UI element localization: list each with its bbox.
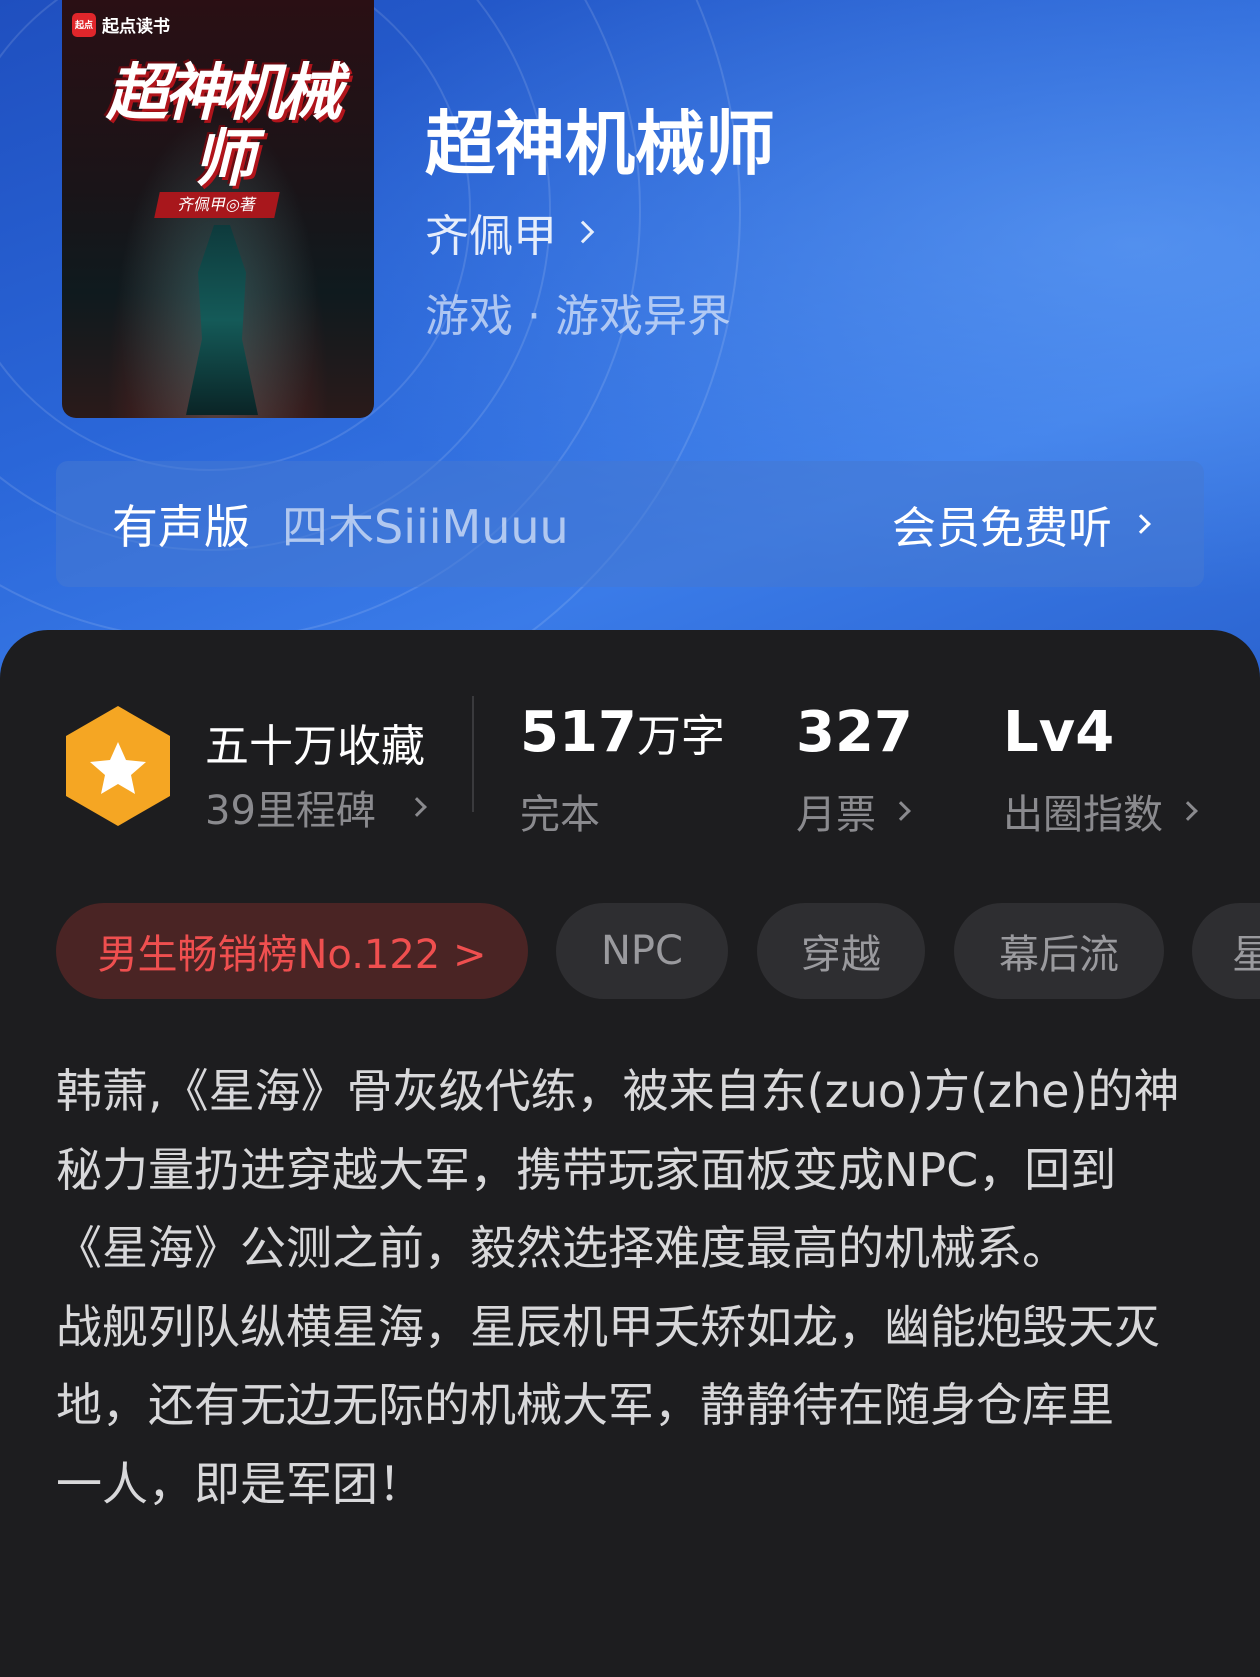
monthly-votes-link[interactable]: 月票: [796, 782, 911, 840]
word-count: 517万字: [520, 700, 725, 765]
tag-bestseller-rank[interactable]: 男生畅销榜No.122 >: [56, 903, 528, 999]
cover-tower-art: [186, 225, 258, 415]
qidian-logo-icon: 起点: [72, 12, 96, 37]
book-header: 起点 起点读书 超神机械师 齐佩甲◎著 超神机械师 齐佩甲 游戏 · 游戏异界: [0, 0, 1260, 700]
description-paragraph: 一人，即是军团！: [56, 1456, 424, 1511]
chevron-right-icon: [891, 801, 911, 821]
cover-brand: 起点 起点读书: [72, 12, 170, 37]
member-free-listen-button[interactable]: 会员免费听: [892, 492, 1151, 556]
author-link[interactable]: 齐佩甲: [425, 200, 595, 264]
member-free-listen-label: 会员免费听: [892, 503, 1112, 554]
chevron-right-icon: [407, 797, 427, 817]
popularity-index-link[interactable]: 出圈指数: [1003, 782, 1198, 840]
audiobook-narrator: 四木SiiiMuuu: [282, 500, 569, 554]
milestones-text: 39里程碑: [205, 788, 376, 834]
popularity-index-label: 出圈指数: [1003, 792, 1163, 838]
audiobook-bar[interactable]: 有声版 四木SiiiMuuu 会员免费听: [56, 461, 1204, 587]
tag-time-travel[interactable]: 穿越: [757, 903, 925, 999]
cover-brand-text: 起点读书: [102, 17, 170, 37]
chevron-right-icon: [571, 220, 595, 244]
popularity-level: Lv4: [1003, 700, 1115, 765]
description-paragraph: 韩萧,《星海》骨灰级代练，被来自东(zuo)方(zhe)的神秘力量扔进穿越大军，…: [56, 1064, 1180, 1275]
monthly-votes-label: 月票: [796, 792, 876, 838]
word-count-unit: 万字: [636, 711, 725, 762]
tag-npc[interactable]: NPC: [556, 903, 728, 999]
author-name: 齐佩甲: [425, 211, 557, 262]
collection-count: 五十万收藏: [205, 721, 425, 772]
word-count-number: 517: [520, 700, 637, 765]
chevron-right-icon: [1131, 514, 1151, 534]
book-title: 超神机械师: [425, 103, 775, 185]
audiobook-label: 有声版: [112, 500, 250, 554]
milestones-link[interactable]: 39里程碑: [205, 778, 427, 836]
completion-status: 完本: [520, 792, 600, 838]
book-genre[interactable]: 游戏 · 游戏异界: [425, 280, 731, 344]
book-description[interactable]: 韩萧,《星海》骨灰级代练，被来自东(zuo)方(zhe)的神秘力量扔进穿越大军，…: [56, 1052, 1206, 1523]
cover-author: 齐佩甲◎著: [154, 192, 280, 218]
description-paragraph: 战舰列队纵横星海，星辰机甲夭矫如龙，幽能炮毁天灭地，还有无边无际的机械大军，静静…: [56, 1299, 1160, 1433]
monthly-votes-count: 327: [796, 700, 913, 765]
cover-title: 超神机械师: [105, 56, 342, 195]
collection-star-badge-icon: [66, 706, 170, 826]
book-cover[interactable]: 起点 起点读书 超神机械师 齐佩甲◎著: [62, 0, 374, 418]
tag-star-partial[interactable]: 星: [1192, 903, 1260, 999]
tag-row: 男生畅销榜No.122 > NPC 穿越 幕后流 星: [56, 903, 1260, 999]
stats-divider: [472, 696, 474, 812]
chevron-right-icon: [1178, 801, 1198, 821]
tag-behind-scenes[interactable]: 幕后流: [954, 903, 1164, 999]
